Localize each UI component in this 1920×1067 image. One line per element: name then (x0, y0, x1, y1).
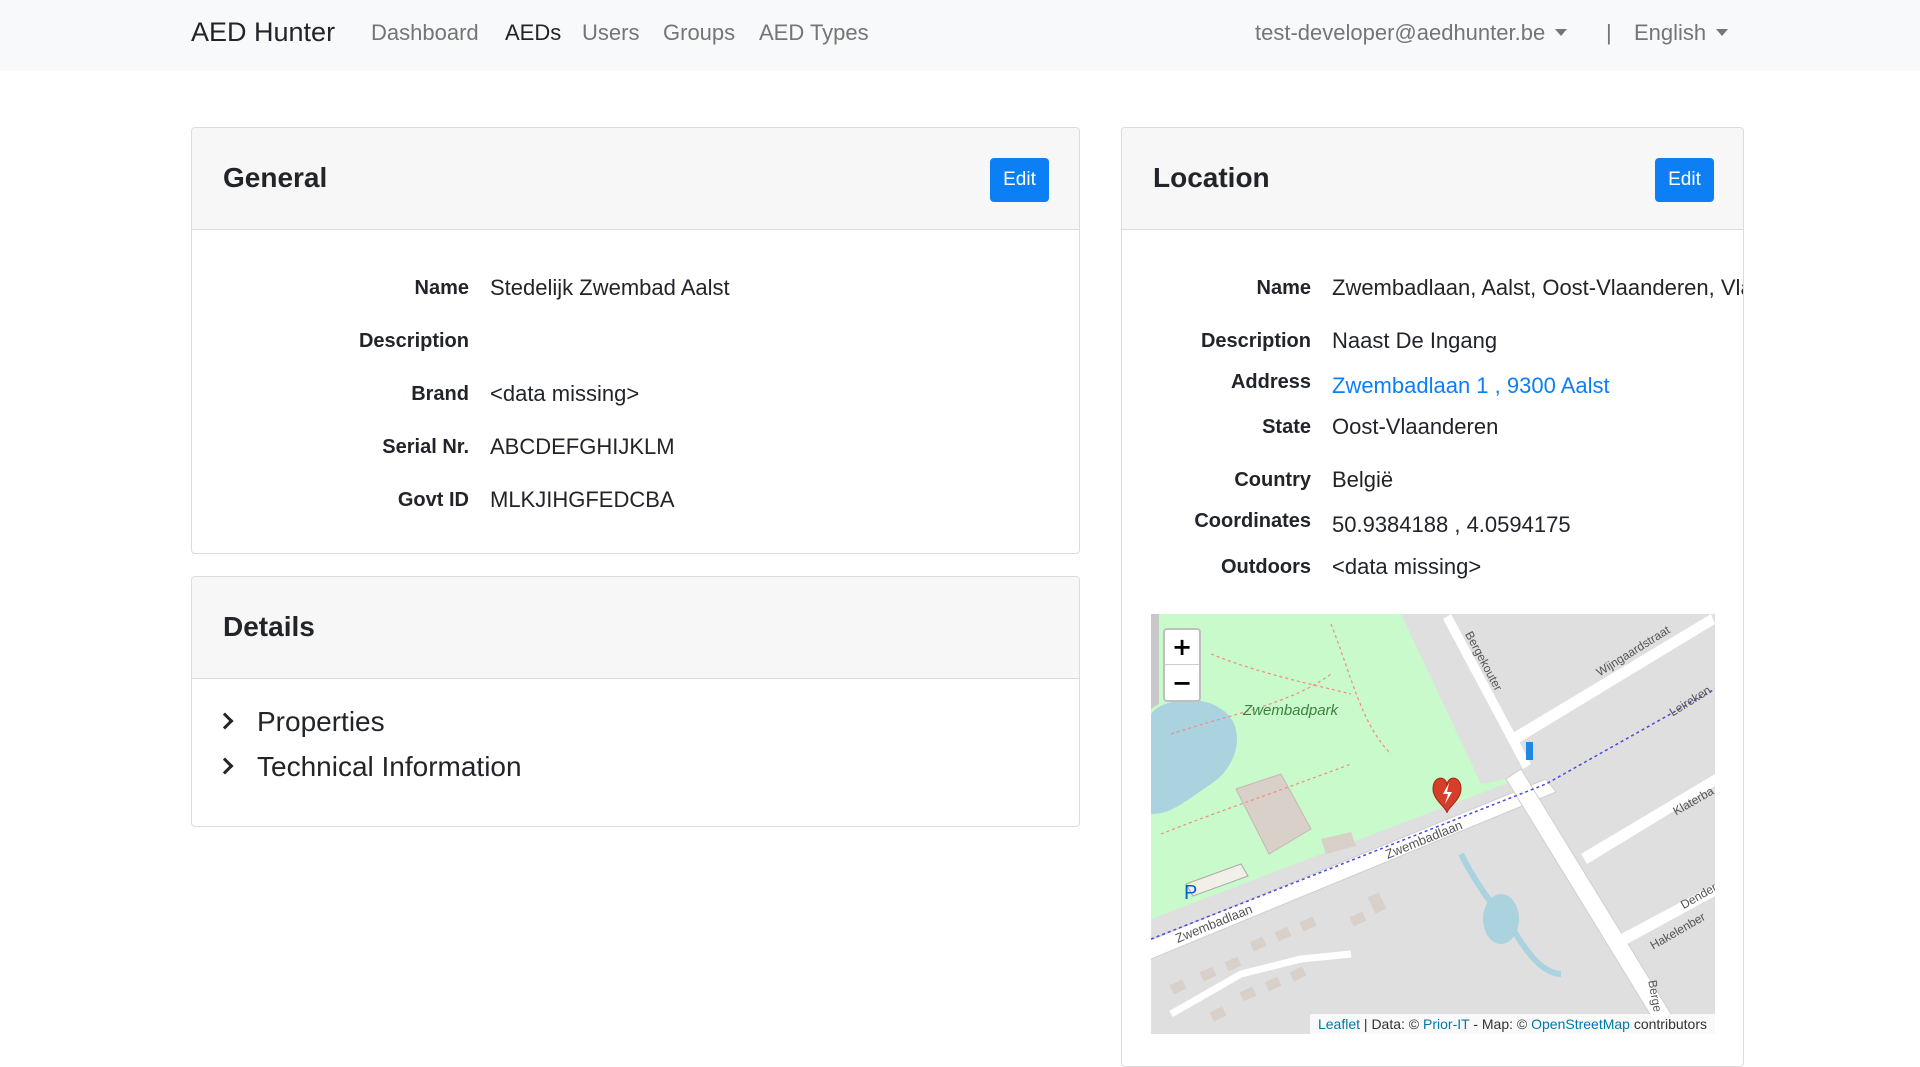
details-technical-toggle[interactable]: Technical Information (216, 751, 522, 783)
field-row-govt-id: Govt ID MLKJIHGFEDCBA (192, 487, 1079, 519)
top-navbar: AED Hunter Dashboard AEDs Users Groups A… (0, 0, 1920, 71)
zoom-out-button[interactable]: − (1165, 666, 1199, 701)
parking-icon: P (1184, 882, 1198, 904)
field-value: MLKJIHGFEDCBA (490, 487, 675, 512)
general-edit-button[interactable]: Edit (990, 158, 1049, 202)
osm-link[interactable]: OpenStreetMap (1531, 1016, 1630, 1032)
location-row-state: State Oost-Vlaanderen (1122, 414, 1743, 446)
field-value: 50.9384188 , 4.0594175 (1332, 512, 1571, 537)
language-dropdown[interactable]: English (1634, 20, 1729, 46)
zoom-in-button[interactable]: + (1165, 630, 1199, 665)
field-label: Name (1256, 277, 1311, 299)
field-label: Outdoors (1221, 556, 1311, 578)
location-row-name: Name Zwembadlaan, Aalst, Oost-Vlaanderen… (1122, 275, 1743, 307)
attribution-text: - Map: © (1469, 1016, 1532, 1032)
field-value: Stedelijk Zwembad Aalst (490, 275, 730, 300)
location-row-description: Description Naast De Ingang (1122, 328, 1743, 360)
attribution-text: contributors (1629, 1016, 1707, 1032)
address-link[interactable]: Zwembadlaan 1 , 9300 Aalst (1332, 373, 1610, 399)
field-label: State (1262, 416, 1311, 438)
general-card: General Edit Name Stedelijk Zwembad Aals… (191, 127, 1080, 554)
chevron-down-icon (1555, 29, 1568, 37)
language-label: English (1634, 20, 1707, 45)
map-tiles (1151, 614, 1715, 1034)
field-row-description: Description (192, 330, 1079, 360)
field-value: Zwembadlaan, Aalst, Oost-Vlaanderen, Vla… (1332, 275, 1743, 300)
details-title: Details (223, 611, 315, 642)
field-value: België (1332, 467, 1394, 492)
nav-separator: | (1606, 20, 1612, 45)
field-value: <data missing> (490, 381, 640, 406)
details-item-label: Properties (257, 706, 385, 737)
location-row-coordinates: Coordinates 50.9384188 , 4.0594175 (1122, 510, 1743, 540)
location-title: Location (1153, 162, 1270, 193)
field-label: Govt ID (397, 489, 469, 511)
details-card-header: Details (192, 577, 1079, 679)
map-label-park: Zwembadpark (1243, 702, 1339, 719)
general-card-header: General Edit (192, 128, 1079, 230)
nav-users[interactable]: Users (582, 20, 639, 46)
nav-dashboard[interactable]: Dashboard (371, 20, 479, 46)
details-properties-toggle[interactable]: Properties (216, 706, 385, 738)
chevron-down-icon (1716, 29, 1729, 37)
chevron-right-icon (216, 757, 234, 775)
field-label: Brand (411, 383, 469, 405)
field-label: Serial Nr. (382, 436, 469, 458)
prior-it-link[interactable]: Prior-IT (1423, 1016, 1469, 1032)
field-value: <data missing> (1332, 554, 1482, 579)
field-label: Description (1200, 330, 1311, 352)
field-label: Name (414, 277, 469, 299)
field-value: Naast De Ingang (1332, 328, 1498, 353)
user-menu-dropdown[interactable]: test-developer@aedhunter.be (1255, 20, 1568, 46)
map-attribution: Leaflet | Data: © Prior-IT - Map: © Open… (1309, 1014, 1715, 1034)
attribution-text: | Data: © (1360, 1016, 1424, 1032)
field-label: Country (1234, 469, 1311, 491)
field-label: Description (358, 330, 469, 352)
nav-groups[interactable]: Groups (663, 20, 735, 46)
field-label: Coordinates (1194, 510, 1311, 532)
details-item-label: Technical Information (257, 751, 522, 782)
field-value: ABCDEFGHIJKLM (490, 434, 675, 459)
location-row-address: Address Zwembadlaan 1 , 9300 Aalst (1122, 371, 1743, 401)
details-card: Details Properties Technical Information (191, 576, 1080, 827)
field-row-name: Name Stedelijk Zwembad Aalst (192, 275, 1079, 307)
nav-aed-types[interactable]: AED Types (759, 20, 869, 46)
general-title: General (223, 162, 328, 193)
location-edit-button[interactable]: Edit (1655, 158, 1714, 202)
field-label: Address (1230, 371, 1311, 393)
location-row-outdoors: Outdoors <data missing> (1122, 554, 1743, 586)
map-zoom-control: + − (1163, 628, 1201, 702)
field-value: Oost-Vlaanderen (1332, 414, 1499, 439)
location-row-country: Country België (1122, 467, 1743, 499)
brand-logo[interactable]: AED Hunter (191, 17, 335, 48)
location-map[interactable]: Zwembadpark Zwembadlaan Zwembadlaan Berg… (1151, 614, 1715, 1034)
user-email: test-developer@aedhunter.be (1255, 20, 1546, 45)
nav-aeds[interactable]: AEDs (505, 20, 561, 46)
leaflet-link[interactable]: Leaflet (1318, 1016, 1360, 1032)
field-row-serial: Serial Nr. ABCDEFGHIJKLM (192, 434, 1079, 466)
field-row-brand: Brand <data missing> (192, 381, 1079, 413)
location-card-header: Location Edit (1122, 128, 1743, 230)
chevron-right-icon (216, 712, 234, 730)
